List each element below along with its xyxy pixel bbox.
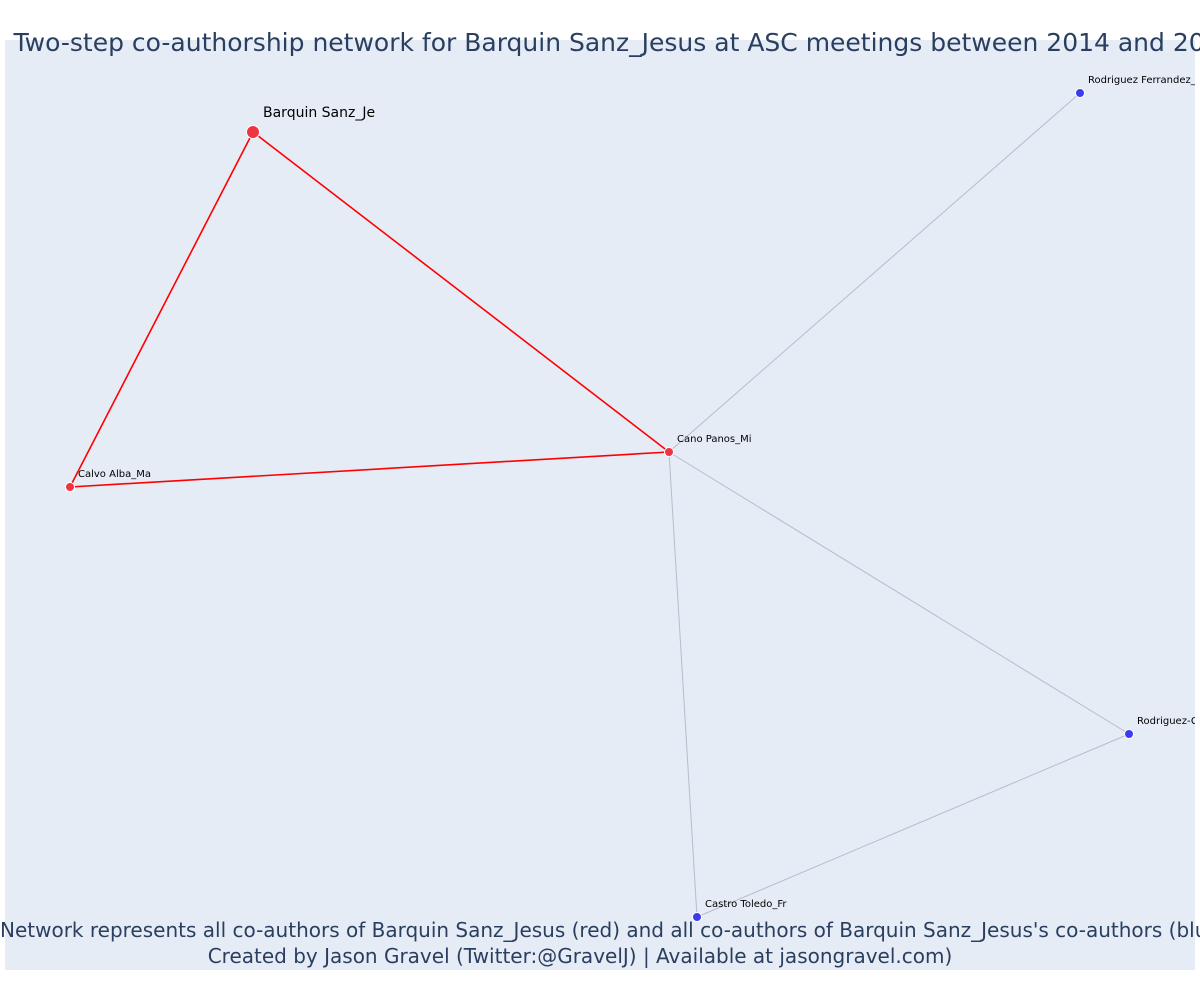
network-graph: Barquin Sanz_Je Cano Panos_Mi Calvo Alba_M… <box>65 75 1200 922</box>
caption-line-1: Network represents all co-authors of Bar… <box>0 918 1200 942</box>
edge-barquin-calvo <box>69 131 254 488</box>
edge-cano-rodriguez_ferrandez <box>668 92 1081 453</box>
edge-calvo-cano <box>69 451 670 488</box>
node-label-rodriguez_ferrandez: Rodriguez Ferrandez_Sa <box>1088 75 1200 86</box>
caption-line-2: Created by Jason Gravel (Twitter:@Gravel… <box>207 944 953 968</box>
node-label-barquin: Barquin Sanz_Je <box>263 105 375 121</box>
node-label-calvo: Calvo Alba_Ma <box>78 469 151 480</box>
edge-castro-rodriguez_go <box>696 733 1130 918</box>
chart-title: Two-step co-authorship network for Barqu… <box>13 28 1200 57</box>
node-label-castro: Castro Toledo_Fr <box>705 899 787 910</box>
edge-cano-castro <box>668 451 698 918</box>
edge-barquin-cano <box>252 131 670 453</box>
node-rodriguez_ferrandez[interactable] <box>1075 88 1085 98</box>
edge-cano-rodriguez_go <box>668 451 1130 735</box>
node-label-cano: Cano Panos_Mi <box>677 434 752 445</box>
node-label-rodriguez_go: Rodriguez-Go <box>1137 716 1200 727</box>
node-calvo[interactable] <box>65 482 75 492</box>
node-rodriguez_go[interactable] <box>1124 729 1134 739</box>
node-barquin[interactable] <box>246 125 260 139</box>
node-cano[interactable] <box>664 447 674 457</box>
